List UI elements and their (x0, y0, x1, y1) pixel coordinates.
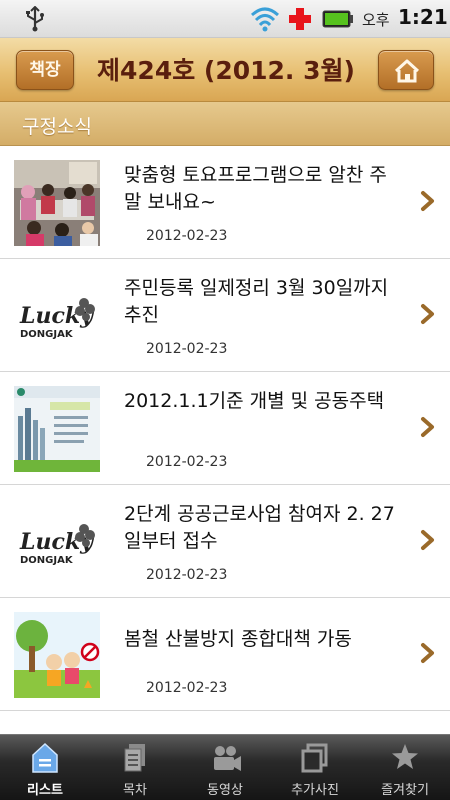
chevron-right-icon (421, 191, 434, 211)
bottom-tab-bar: 리스트 목차 동영상 추가사진 즐겨찾기 (0, 734, 450, 800)
tab-extra-photos[interactable]: 추가사진 (270, 735, 360, 800)
ampm-label: 오후 (362, 11, 390, 29)
usb-icon (26, 6, 44, 32)
logo-sub: DONGJAK (20, 329, 74, 340)
tab-label: 즐겨찾기 (381, 783, 429, 798)
lucky-dongjak-logo-thumbnail: Lucky DONGJAK (14, 499, 100, 585)
home-list-icon (32, 742, 58, 773)
red-cross-icon (289, 8, 311, 30)
issue-title: 제424호 (2012. 3월) (97, 56, 355, 85)
item-date: 2012-02-23 (146, 341, 228, 357)
tab-label: 동영상 (207, 783, 243, 798)
document-icon (124, 744, 145, 772)
wifi-icon (250, 7, 280, 32)
item-date: 2012-02-23 (146, 680, 228, 696)
battery-icon (322, 10, 353, 28)
title-bar: 책장 제424호 (2012. 3월) (0, 38, 450, 102)
star-icon (392, 744, 418, 769)
section-header: 구정소식 (0, 102, 450, 146)
item-date: 2012-02-23 (146, 228, 228, 244)
list-item[interactable]: Lucky DONGJAK 주민등록 일제정리 3월 30일까지 추진 2012… (0, 259, 450, 372)
logo-sub: DONGJAK (20, 555, 74, 566)
video-camera-icon (214, 746, 241, 771)
photos-icon (301, 743, 328, 773)
tab-video[interactable]: 동영상 (180, 735, 270, 800)
forest-fire-illustration-thumbnail (14, 612, 100, 698)
item-date: 2012-02-23 (146, 454, 228, 470)
item-date: 2012-02-23 (146, 567, 228, 583)
lucky-dongjak-logo-thumbnail: Lucky DONGJAK (14, 273, 100, 359)
classroom-photo-thumbnail (14, 160, 100, 246)
list-item[interactable]: Lucky DONGJAK 2단계 공공근로사업 참여자 2. 27일부터 접수… (0, 485, 450, 598)
chevron-right-icon (421, 643, 434, 663)
item-title: 2단계 공공근로사업 참여자 2. 27일부터 접수 (124, 503, 395, 552)
section-title: 구정소식 (22, 116, 92, 138)
tab-label: 목차 (123, 783, 147, 798)
tab-list[interactable]: 리스트 (0, 735, 90, 800)
status-bar: 오후 1:21 (0, 0, 450, 38)
document-cover-thumbnail (14, 386, 100, 472)
article-list: 맞춤형 토요프로그램으로 알찬 주말 보내요~ 2012-02-23 Lucky… (0, 146, 450, 734)
chevron-right-icon (421, 530, 434, 550)
list-item[interactable]: 봄철 산불방지 종합대책 가동 2012-02-23 (0, 598, 450, 711)
chevron-right-icon (421, 304, 434, 324)
chevron-right-icon (421, 417, 434, 437)
tab-contents[interactable]: 목차 (90, 735, 180, 800)
item-title: 주민등록 일제정리 3월 30일까지 추진 (124, 277, 389, 326)
tab-favorites[interactable]: 즐겨찾기 (360, 735, 450, 800)
status-clock: 1:21 (398, 5, 448, 29)
tab-label: 리스트 (27, 783, 63, 798)
home-icon (394, 59, 420, 83)
list-item[interactable] (0, 711, 450, 734)
item-title: 2012.1.1기준 개별 및 공동주택 (124, 390, 385, 412)
home-button[interactable] (378, 50, 434, 90)
tab-label: 추가사진 (291, 783, 339, 798)
bookshelf-button[interactable]: 책장 (16, 50, 74, 90)
list-item[interactable]: 맞춤형 토요프로그램으로 알찬 주말 보내요~ 2012-02-23 (0, 146, 450, 259)
item-title: 맞춤형 토요프로그램으로 알찬 주말 보내요~ (124, 164, 387, 213)
list-item[interactable]: 2012.1.1기준 개별 및 공동주택 2012-02-23 (0, 372, 450, 485)
item-title: 봄철 산불방지 종합대책 가동 (124, 628, 352, 650)
